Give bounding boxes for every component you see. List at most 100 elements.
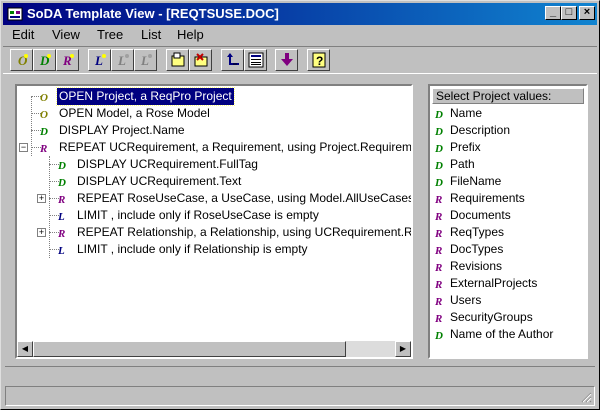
- display-value-icon: D: [434, 143, 443, 154]
- menu-help-label: Help: [177, 27, 204, 42]
- menu-bar: Edit View Tree List Help: [3, 25, 597, 44]
- collapse-toggle[interactable]: −: [19, 143, 28, 152]
- value-item-label: Documents: [450, 208, 511, 222]
- svg-text:D: D: [434, 143, 443, 154]
- soda-app-icon: [7, 7, 23, 21]
- limit-node-icon: L: [57, 211, 65, 222]
- close-button[interactable]: ×: [579, 6, 595, 20]
- menu-help[interactable]: Help: [177, 27, 204, 42]
- title-bar[interactable]: SoDA Template View - [REQTSUSE.DOC] _ □ …: [3, 3, 597, 25]
- open-icon: O: [18, 53, 28, 68]
- status-bar: [5, 386, 595, 406]
- maximize-button[interactable]: □: [561, 6, 577, 20]
- tree-node-label: DISPLAY Project.Name: [59, 123, 185, 137]
- scroll-left-button[interactable]: ◀: [17, 341, 33, 357]
- display-icon: D: [39, 53, 51, 68]
- display-value-icon: D: [434, 126, 443, 137]
- value-item-label: Requirements: [450, 191, 525, 205]
- svg-text:R: R: [434, 211, 442, 222]
- tree-node-label: DISPLAY UCRequirement.FullTag: [77, 157, 258, 171]
- help-icon: ?: [312, 52, 326, 68]
- help-tool-button[interactable]: ?: [307, 49, 330, 71]
- svg-text:R: R: [434, 245, 442, 256]
- limit-tool-button[interactable]: L: [88, 49, 111, 71]
- minimize-button[interactable]: _: [545, 6, 561, 20]
- svg-text:R: R: [57, 228, 65, 239]
- repeat-node-icon: R: [57, 194, 65, 205]
- svg-text:D: D: [434, 126, 443, 137]
- horizontal-scrollbar[interactable]: ◀ ▶: [17, 341, 411, 357]
- project-values-panel[interactable]: Select Project values: D Name D Descript…: [428, 84, 588, 359]
- template-tree-panel[interactable]: − + + O OPEN Project, a ReqPro Project O…: [15, 84, 413, 359]
- limit-disabled-icon: L: [117, 53, 129, 68]
- repeat-value-icon: R: [434, 245, 442, 256]
- display-node-icon: D: [39, 126, 48, 137]
- insert-icon: [171, 52, 185, 67]
- svg-text:L: L: [57, 211, 65, 222]
- list-icon: [248, 52, 264, 68]
- values-header: Select Project values:: [432, 88, 584, 104]
- display-tool-button[interactable]: D: [33, 49, 56, 71]
- value-item-label: Prefix: [450, 140, 481, 154]
- svg-text:L: L: [57, 245, 65, 256]
- tree-node-label: REPEAT UCRequirement, a Requirement, usi…: [59, 140, 413, 154]
- delete-tool-button[interactable]: [189, 49, 212, 71]
- scroll-right-button[interactable]: ▶: [395, 341, 411, 357]
- display-value-icon: D: [434, 160, 443, 171]
- value-item-label: DocTypes: [450, 242, 504, 256]
- delete-icon: [194, 53, 208, 67]
- svg-text:R: R: [434, 279, 442, 290]
- open-tool-button[interactable]: O: [10, 49, 33, 71]
- repeat-value-icon: R: [434, 194, 442, 205]
- insert-tool-button[interactable]: [166, 49, 189, 71]
- toolbar: O D R L L L ?: [3, 46, 597, 74]
- limit-disabled-2-tool-button[interactable]: L: [134, 49, 157, 71]
- svg-text:D: D: [39, 126, 48, 137]
- open-node-icon: O: [40, 109, 48, 120]
- menu-view[interactable]: View: [52, 27, 80, 42]
- svg-text:D: D: [434, 330, 443, 341]
- down-arrow-icon: [281, 53, 293, 66]
- value-item-label: Name: [450, 106, 483, 120]
- menu-edit-label: Edit: [12, 27, 35, 42]
- menu-tree[interactable]: Tree: [97, 27, 123, 42]
- value-item-label: ReqTypes: [450, 225, 505, 239]
- resize-grip-icon[interactable]: [580, 391, 592, 403]
- limit-icon: L: [94, 53, 106, 68]
- limit-disabled-2-icon: L: [140, 53, 152, 68]
- tree-node-label: LIMIT , include only if Relationship is …: [77, 242, 308, 256]
- display-node-icon: D: [57, 177, 66, 188]
- scroll-thumb[interactable]: [33, 341, 346, 357]
- list-tool-button[interactable]: [244, 49, 267, 71]
- menu-view-label: View: [52, 27, 80, 42]
- value-item-label: Name of the Author: [450, 327, 554, 341]
- value-item-label: Users: [450, 293, 482, 307]
- repeat-value-icon: R: [434, 211, 442, 222]
- tree-node-label: OPEN Project, a ReqPro Project: [56, 87, 235, 106]
- svg-text:R: R: [39, 143, 47, 154]
- repeat-value-icon: R: [434, 228, 442, 239]
- tree-node-label: REPEAT RoseUseCase, a UseCase, using Mod…: [77, 191, 413, 205]
- display-value-icon: D: [434, 177, 443, 188]
- menu-edit[interactable]: Edit: [12, 27, 34, 42]
- svg-text:O: O: [40, 109, 48, 120]
- return-icon: [227, 53, 239, 65]
- expand-toggle[interactable]: +: [37, 228, 46, 237]
- value-item-label: Description: [450, 123, 511, 137]
- repeat-tool-button[interactable]: R: [56, 49, 79, 71]
- repeat-value-icon: R: [434, 262, 442, 273]
- value-item-label: FileName: [450, 174, 502, 188]
- repeat-value-icon: R: [434, 296, 442, 307]
- limit-disabled-tool-button[interactable]: L: [111, 49, 134, 71]
- expand-toggle[interactable]: +: [37, 194, 46, 203]
- svg-text:D: D: [434, 160, 443, 171]
- tree-node-label: OPEN Model, a Rose Model: [59, 106, 210, 120]
- tree-node-label: LIMIT , include only if RoseUseCase is e…: [77, 208, 319, 222]
- menu-tree-label: Tree: [97, 27, 124, 42]
- menu-list[interactable]: List: [141, 27, 161, 42]
- repeat-icon: R: [62, 53, 74, 68]
- move-down-tool-button[interactable]: [275, 49, 298, 71]
- tree-node-label: DISPLAY UCRequirement.Text: [77, 174, 242, 188]
- return-tool-button[interactable]: [221, 49, 244, 71]
- repeat-value-icon: R: [434, 313, 442, 324]
